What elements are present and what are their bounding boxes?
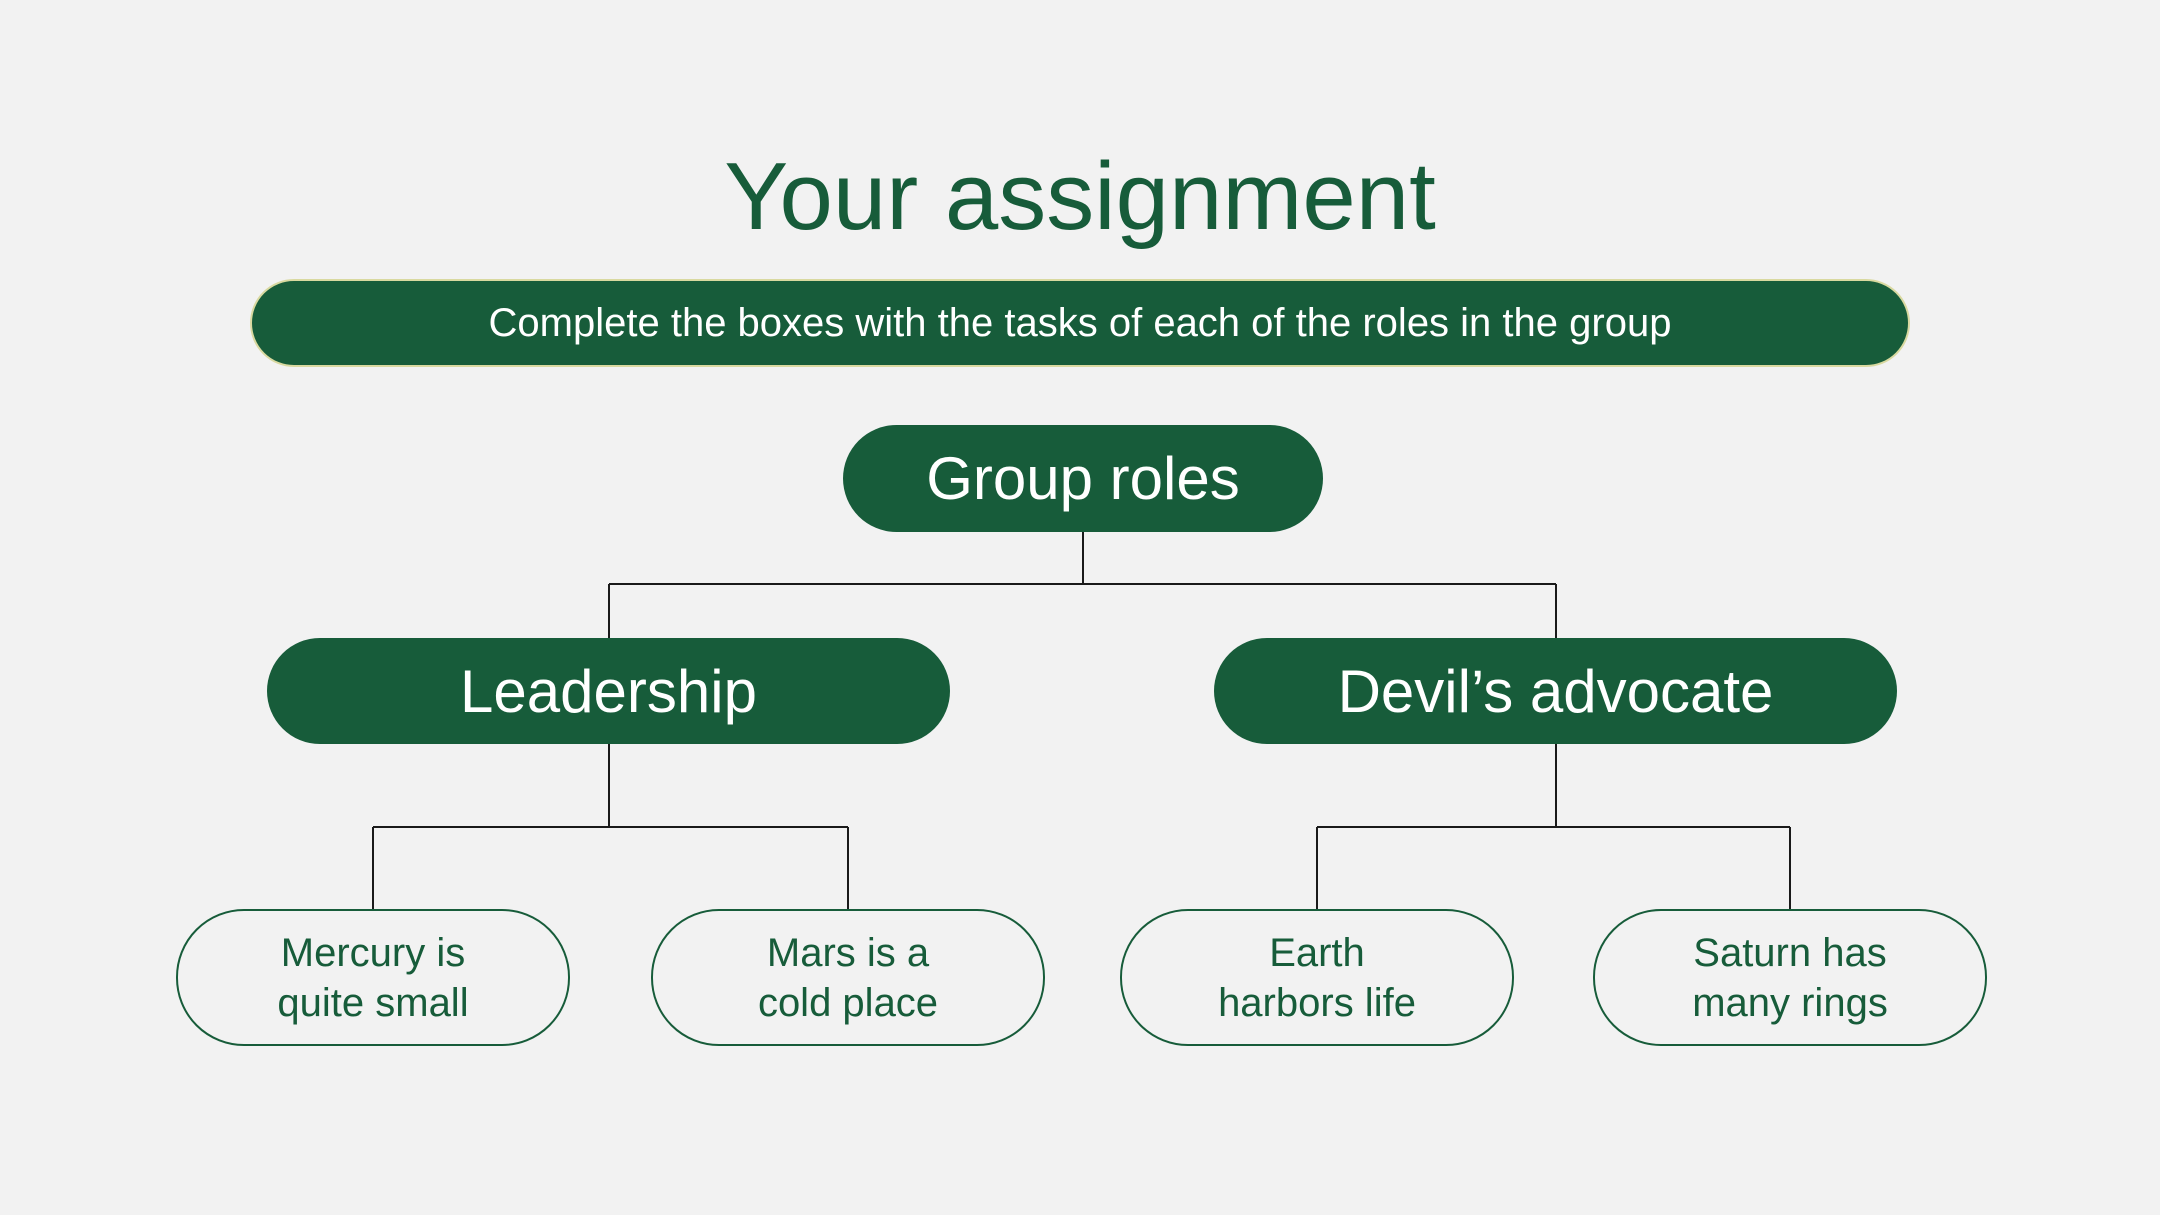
- role-node-devils-advocate: Devil’s advocate: [1214, 638, 1897, 744]
- task-box-devils-advocate-1[interactable]: Earth harbors life: [1120, 909, 1514, 1046]
- task-box-text: Saturn has many rings: [1692, 930, 1888, 1025]
- task-box-devils-advocate-2[interactable]: Saturn has many rings: [1593, 909, 1987, 1046]
- root-node-label: Group roles: [926, 445, 1240, 512]
- task-box-leadership-1[interactable]: Mercury is quite small: [176, 909, 570, 1046]
- task-box-text: Mercury is quite small: [277, 930, 469, 1025]
- task-box-text: Earth harbors life: [1218, 930, 1416, 1025]
- role-node-leadership: Leadership: [267, 638, 950, 744]
- root-node-group-roles: Group roles: [843, 425, 1323, 532]
- role-node-label: Devil’s advocate: [1337, 657, 1774, 725]
- task-box-leadership-2[interactable]: Mars is a cold place: [651, 909, 1045, 1046]
- slide: Your assignment Complete the boxes with …: [0, 0, 2160, 1215]
- role-node-label: Leadership: [460, 657, 757, 725]
- task-box-text: Mars is a cold place: [757, 930, 939, 1025]
